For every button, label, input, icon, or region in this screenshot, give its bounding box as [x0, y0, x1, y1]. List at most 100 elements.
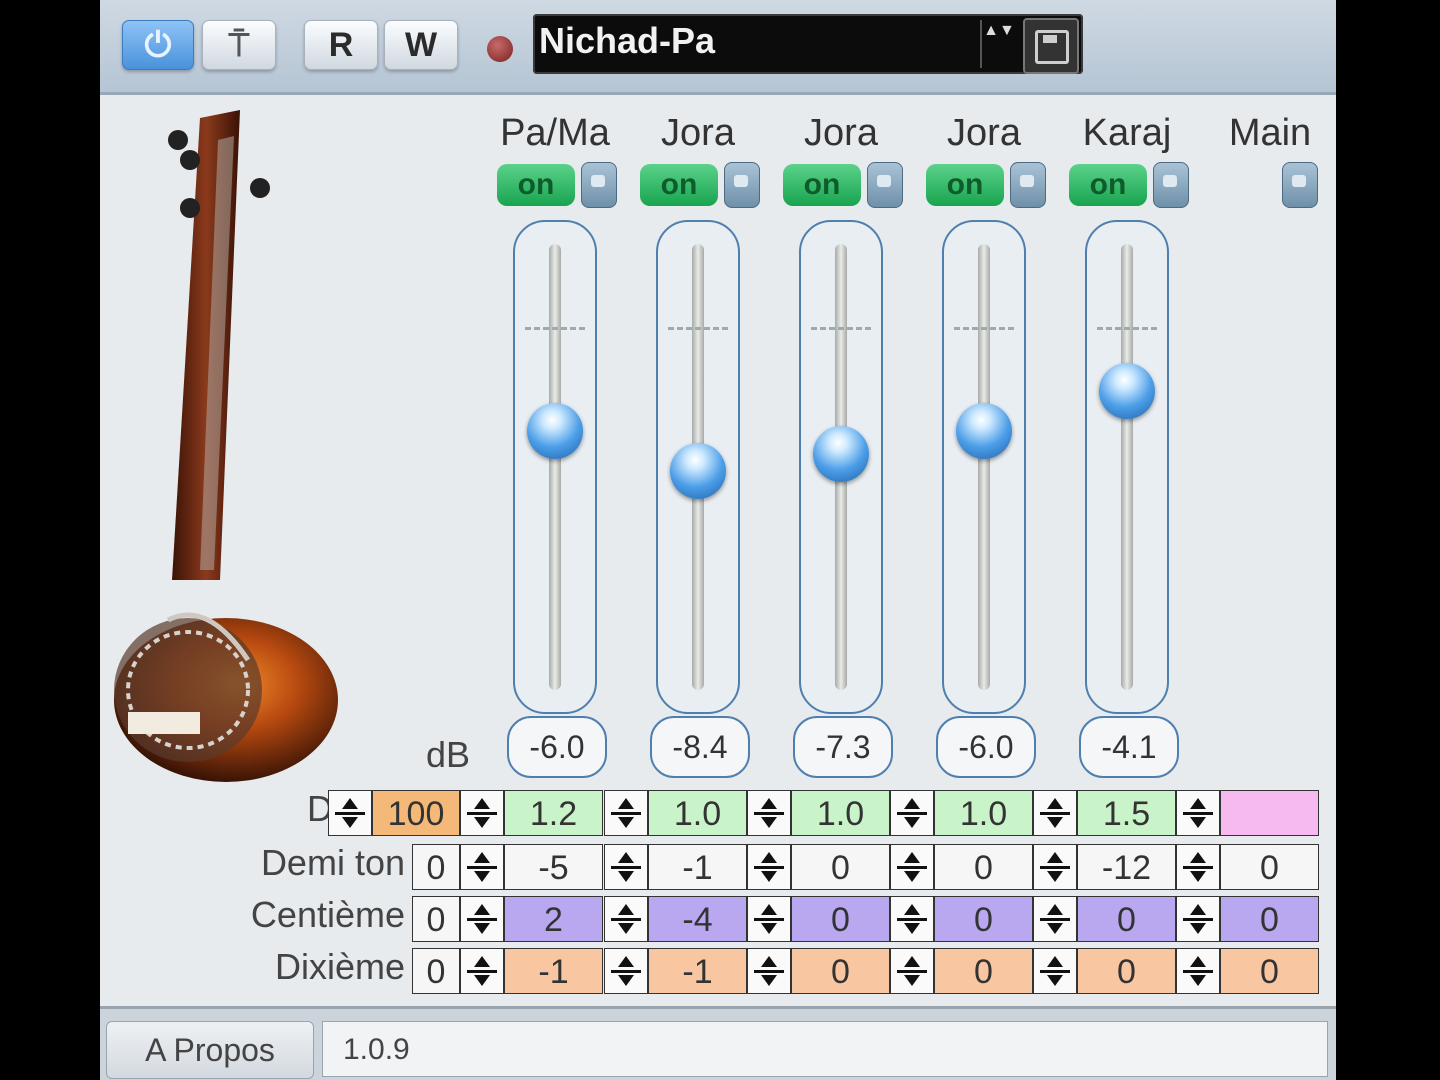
- stepper-arrows-icon[interactable]: [604, 790, 648, 836]
- about-button[interactable]: A Propos: [106, 1021, 314, 1079]
- value-field-centieme[interactable]: 0: [1077, 896, 1176, 942]
- value-field-duree[interactable]: 1.0: [791, 790, 890, 836]
- channel-on-toggle[interactable]: on: [1069, 164, 1147, 206]
- volume-fader[interactable]: [513, 220, 597, 714]
- preset-name: Nichad-Pa: [539, 20, 716, 61]
- volume-fader[interactable]: [1085, 220, 1169, 714]
- value-field-centieme[interactable]: -4: [648, 896, 747, 942]
- record-indicator-icon: [487, 36, 513, 62]
- stepper-arrows-icon[interactable]: [890, 844, 934, 890]
- preset-selector[interactable]: Nichad-Pa ▲▼: [533, 14, 1083, 74]
- db-value-field[interactable]: -7.3: [793, 716, 893, 778]
- write-automation-button[interactable]: W: [384, 20, 458, 70]
- stepper-arrows-icon[interactable]: [1033, 844, 1077, 890]
- master-value-field[interactable]: 0: [412, 896, 460, 942]
- channel-on-toggle[interactable]: on: [783, 164, 861, 206]
- value-field-dixieme[interactable]: -1: [504, 948, 603, 994]
- stepper-arrows-icon[interactable]: [890, 948, 934, 994]
- channel-output-dropdown-icon[interactable]: [1010, 162, 1046, 208]
- channel-output-dropdown-icon[interactable]: [867, 162, 903, 208]
- channel-label: Jora: [947, 112, 1021, 154]
- bypass-button[interactable]: ⍑: [202, 20, 276, 70]
- stepper-arrows-icon[interactable]: [604, 896, 648, 942]
- value-field-duree[interactable]: 1.2: [504, 790, 603, 836]
- master-value-field[interactable]: 100: [372, 790, 460, 836]
- value-field-duree[interactable]: 1.5: [1077, 790, 1176, 836]
- value-field-demiton[interactable]: -5: [504, 844, 603, 890]
- value-field-centieme[interactable]: 0: [934, 896, 1033, 942]
- value-field-demiton[interactable]: 0: [934, 844, 1033, 890]
- fader-knob[interactable]: [670, 443, 726, 500]
- fader-knob[interactable]: [527, 403, 583, 460]
- preset-stepper[interactable]: ▲▼: [980, 20, 1016, 68]
- stepper-arrows-icon[interactable]: [1033, 948, 1077, 994]
- value-field-duree[interactable]: [1220, 790, 1319, 836]
- stepper-arrows-icon[interactable]: [1176, 948, 1220, 994]
- value-field-dixieme[interactable]: 0: [791, 948, 890, 994]
- db-value-field[interactable]: -8.4: [650, 716, 750, 778]
- tanpura-image: [114, 110, 338, 782]
- db-value-field[interactable]: -6.0: [507, 716, 607, 778]
- channel-output-dropdown-icon[interactable]: [1153, 162, 1189, 208]
- stepper-arrows-icon[interactable]: [604, 948, 648, 994]
- stepper-arrows-icon[interactable]: [747, 790, 791, 836]
- stepper-arrows-icon[interactable]: [1176, 844, 1220, 890]
- value-field-centieme[interactable]: 2: [504, 896, 603, 942]
- stepper-arrows-icon[interactable]: [460, 844, 504, 890]
- stepper-arrows-icon[interactable]: [1033, 896, 1077, 942]
- volume-fader[interactable]: [799, 220, 883, 714]
- fader-knob[interactable]: [813, 425, 869, 482]
- stepper-arrows-icon[interactable]: [890, 896, 934, 942]
- fader-zero-mark: [811, 327, 871, 330]
- stepper-arrows-icon[interactable]: [1176, 790, 1220, 836]
- preset-stepper-arrows: ▲▼: [983, 22, 1015, 39]
- master-value-field[interactable]: 0: [412, 948, 460, 994]
- value-field-centieme[interactable]: 0: [791, 896, 890, 942]
- value-field-demiton[interactable]: -12: [1077, 844, 1176, 890]
- channel-output-dropdown-icon[interactable]: [1282, 162, 1318, 208]
- stepper-arrows-icon[interactable]: [747, 948, 791, 994]
- value-field-demiton[interactable]: -1: [648, 844, 747, 890]
- stepper-arrows-icon[interactable]: [328, 790, 372, 836]
- fader-knob[interactable]: [1099, 363, 1155, 420]
- power-button[interactable]: ⏻: [122, 20, 194, 70]
- value-field-duree[interactable]: 1.0: [648, 790, 747, 836]
- channel-on-toggle[interactable]: on: [926, 164, 1004, 206]
- channel-output-dropdown-icon[interactable]: [724, 162, 760, 208]
- channel-output-dropdown-icon[interactable]: [581, 162, 617, 208]
- stepper-arrows-icon[interactable]: [460, 896, 504, 942]
- stepper-arrows-icon[interactable]: [460, 790, 504, 836]
- fader-zero-mark: [525, 327, 585, 330]
- fader-knob[interactable]: [956, 403, 1012, 460]
- fader-zero-mark: [1097, 327, 1157, 330]
- value-field-dixieme[interactable]: -1: [648, 948, 747, 994]
- channel-on-toggle[interactable]: on: [640, 164, 718, 206]
- fader-rail: [549, 244, 561, 690]
- stepper-arrows-icon[interactable]: [747, 844, 791, 890]
- value-field-demiton[interactable]: 0: [791, 844, 890, 890]
- value-field-duree[interactable]: 1.0: [934, 790, 1033, 836]
- stepper-arrows-icon[interactable]: [890, 790, 934, 836]
- stepper-arrows-icon[interactable]: [460, 948, 504, 994]
- value-field-centieme[interactable]: 0: [1220, 896, 1319, 942]
- volume-fader[interactable]: [942, 220, 1026, 714]
- channel-label: Karaj: [1082, 112, 1172, 154]
- value-field-dixieme[interactable]: 0: [1220, 948, 1319, 994]
- save-preset-button[interactable]: [1023, 18, 1079, 74]
- master-value-field[interactable]: 0: [412, 844, 460, 890]
- channel-on-toggle[interactable]: on: [497, 164, 575, 206]
- value-field-dixieme[interactable]: 0: [1077, 948, 1176, 994]
- stepper-arrows-icon[interactable]: [747, 896, 791, 942]
- channel-label: Jora: [804, 112, 878, 154]
- value-field-dixieme[interactable]: 0: [934, 948, 1033, 994]
- stepper-arrows-icon[interactable]: [1176, 896, 1220, 942]
- value-field-demiton[interactable]: 0: [1220, 844, 1319, 890]
- fader-rail: [978, 244, 990, 690]
- stepper-arrows-icon[interactable]: [1033, 790, 1077, 836]
- read-automation-button[interactable]: R: [304, 20, 378, 70]
- stepper-arrows-icon[interactable]: [604, 844, 648, 890]
- db-value-field[interactable]: -4.1: [1079, 716, 1179, 778]
- db-value-field[interactable]: -6.0: [936, 716, 1036, 778]
- volume-fader[interactable]: [656, 220, 740, 714]
- db-unit-label: dB: [426, 734, 471, 775]
